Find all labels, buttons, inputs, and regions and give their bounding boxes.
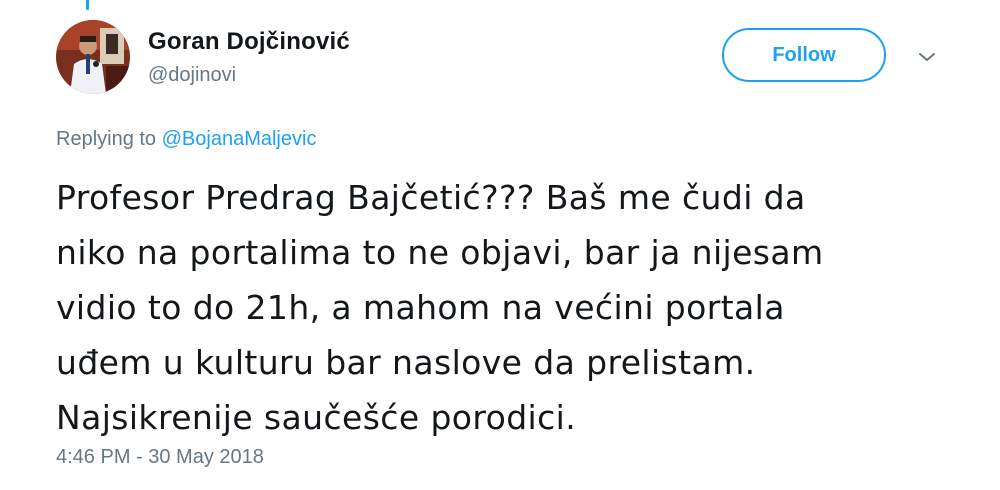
tweet-text-line: uđem u kulturu bar naslove da prelistam. xyxy=(56,343,756,382)
reply-mention-link[interactable]: @BojanaMaljevic xyxy=(162,128,317,150)
avatar[interactable] xyxy=(56,20,130,94)
display-name[interactable]: Goran Dojčinović xyxy=(148,28,350,56)
tweet-text-line: Najsikrenije saučešće porodici. xyxy=(56,398,577,437)
tweet-text: Profesor Predrag Bajčetić??? Baš me čudi… xyxy=(56,170,976,445)
thread-connector-line xyxy=(86,0,89,10)
tweet-text-line: Profesor Predrag Bajčetić??? Baš me čudi… xyxy=(56,178,806,217)
tweet-menu-button[interactable] xyxy=(914,44,940,70)
follow-button[interactable]: Follow xyxy=(722,28,886,82)
tweet-timestamp[interactable]: 4:46 PM - 30 May 2018 xyxy=(56,446,264,469)
tweet-text-line: vidio to do 21h, a mahom na većini porta… xyxy=(56,288,785,327)
replying-to-label: Replying to xyxy=(56,128,157,150)
avatar-photo xyxy=(56,20,130,94)
replying-to: Replying to @BojanaMaljevic xyxy=(56,128,316,151)
user-handle[interactable]: @dojinovi xyxy=(148,64,236,87)
tweet-text-line: niko na portalima to ne objavi, bar ja n… xyxy=(56,233,824,272)
chevron-down-icon xyxy=(919,53,935,61)
